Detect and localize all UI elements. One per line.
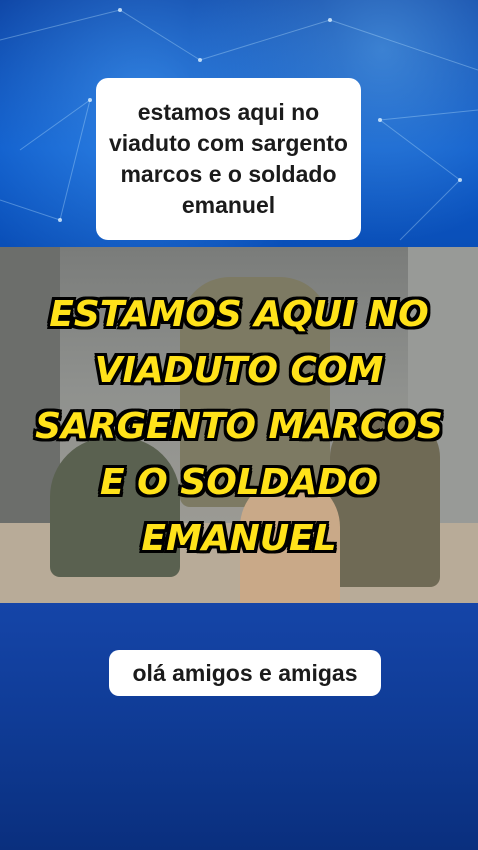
video-overlay-caption: ESTAMOS AQUI NO VIADUTO COM SARGENTO MAR…: [35, 294, 443, 559]
top-caption-box: estamos aqui no viaduto com sargento mar…: [96, 78, 361, 240]
top-caption-text: estamos aqui no viaduto com sargento mar…: [109, 99, 348, 218]
video-frame[interactable]: ESTAMOS AQUI NO VIADUTO COM SARGENTO MAR…: [0, 247, 478, 603]
bottom-caption-text: olá amigos e amigas: [132, 659, 358, 686]
bottom-caption-box: olá amigos e amigas: [109, 650, 381, 696]
bottom-background: [0, 603, 478, 850]
